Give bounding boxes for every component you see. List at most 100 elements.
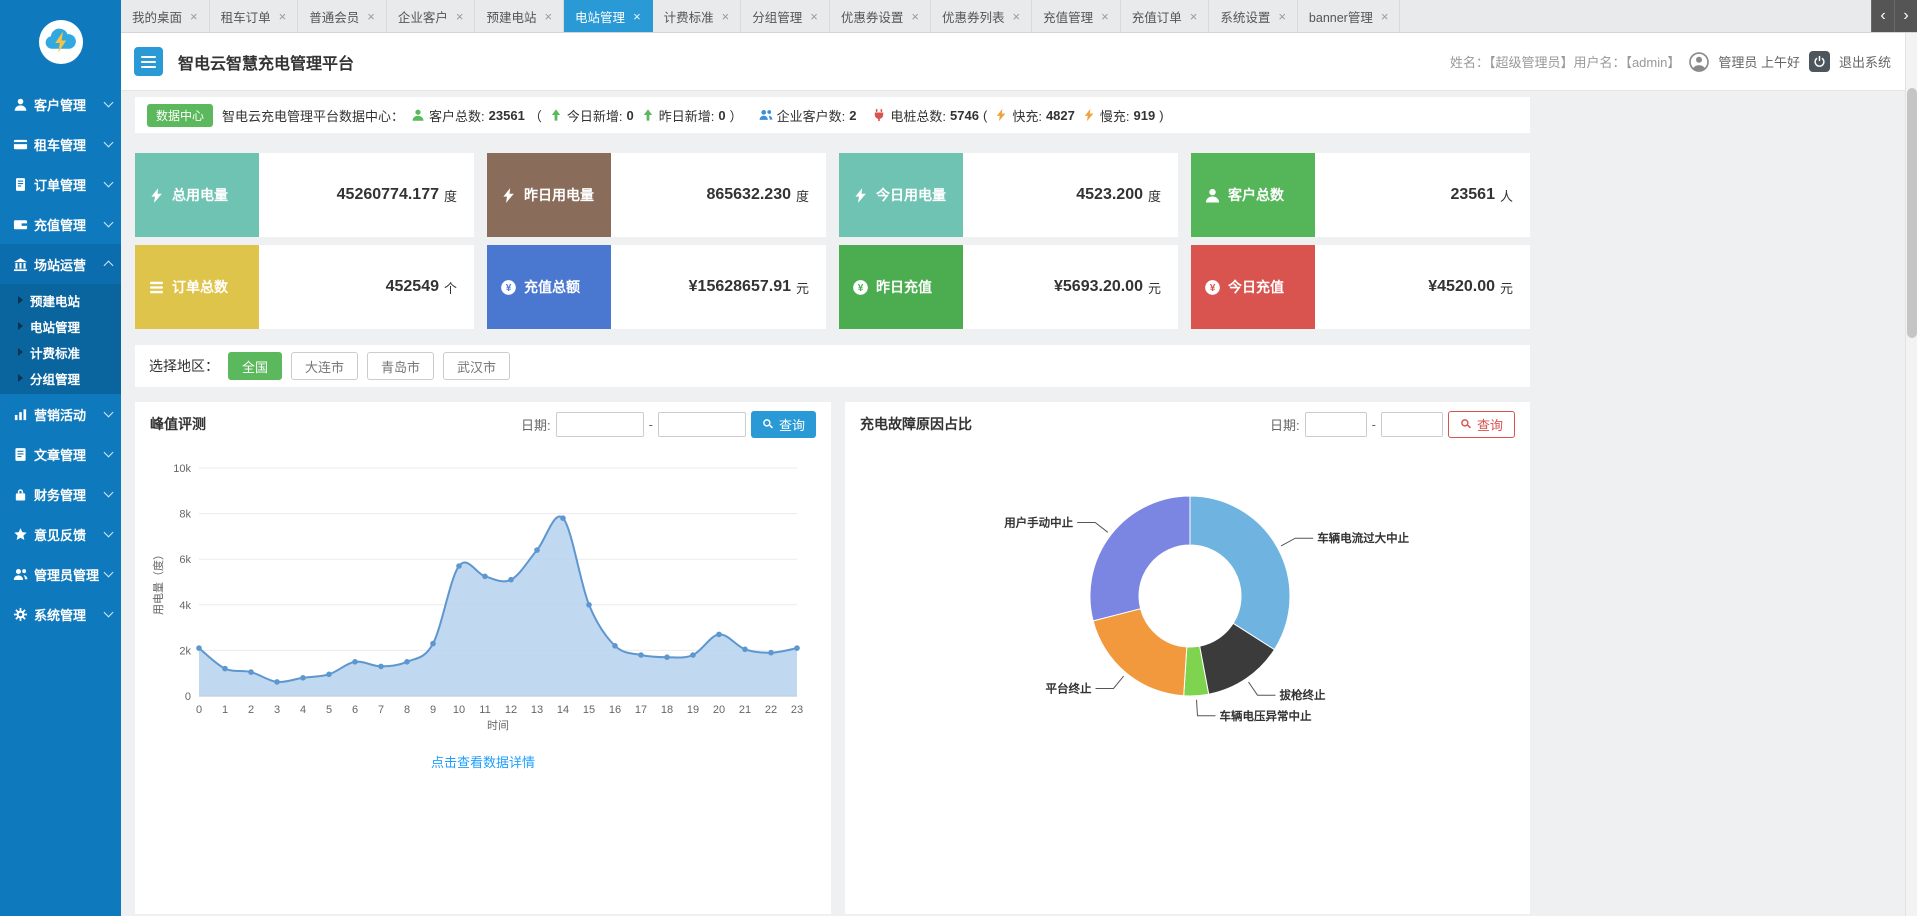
sidebar-item-管理员管理[interactable]: 管理员管理 (0, 554, 121, 594)
data-point[interactable] (638, 652, 644, 658)
data-point[interactable] (560, 515, 566, 521)
tab-close-icon[interactable]: × (190, 10, 198, 23)
region-button-全国[interactable]: 全国 (228, 352, 282, 380)
data-point[interactable] (612, 643, 618, 649)
peak-date-end-input[interactable] (658, 412, 746, 437)
data-point[interactable] (196, 645, 202, 651)
tab-优惠券列表[interactable]: 优惠券列表× (931, 0, 1032, 32)
card-value: ¥4520.00 (1428, 278, 1495, 296)
fault-date-start-input[interactable] (1305, 412, 1367, 437)
data-point[interactable] (300, 675, 306, 681)
tab-close-icon[interactable]: × (810, 10, 818, 23)
data-point[interactable] (586, 602, 592, 608)
sidebar-item-营销活动[interactable]: 营销活动 (0, 394, 121, 434)
data-point[interactable] (430, 641, 436, 647)
data-point[interactable] (274, 679, 280, 685)
tab-close-icon[interactable]: × (1381, 10, 1389, 23)
sidebar-subitem-分组管理[interactable]: 分组管理 (0, 365, 121, 391)
tab-充值订单[interactable]: 充值订单× (1121, 0, 1210, 32)
sidebar-toggle-button[interactable] (134, 47, 163, 76)
tab-分组管理[interactable]: 分组管理× (741, 0, 830, 32)
data-point[interactable] (716, 632, 722, 638)
tab-close-icon[interactable]: × (1101, 10, 1109, 23)
region-button-大连市[interactable]: 大连市 (291, 352, 358, 380)
power-icon[interactable] (1809, 51, 1830, 72)
data-point[interactable] (378, 664, 384, 670)
tab-close-icon[interactable]: × (367, 10, 375, 23)
peak-query-button[interactable]: 查询 (751, 411, 816, 438)
data-point[interactable] (456, 563, 462, 569)
sidebar-item-客户管理[interactable]: 客户管理 (0, 84, 121, 124)
region-button-青岛市[interactable]: 青岛市 (367, 352, 434, 380)
tab-预建电站[interactable]: 预建电站× (475, 0, 564, 32)
tab-系统设置[interactable]: 系统设置× (1209, 0, 1298, 32)
tab-普通会员[interactable]: 普通会员× (298, 0, 387, 32)
vertical-scrollbar[interactable] (1905, 33, 1917, 916)
sidebar-item-系统管理[interactable]: 系统管理 (0, 594, 121, 634)
data-point[interactable] (508, 577, 514, 583)
tab-close-icon[interactable]: × (544, 10, 552, 23)
sidebar-subitem-电站管理[interactable]: 电站管理 (0, 313, 121, 339)
card-icon (13, 137, 28, 152)
card-unit: 个 (444, 278, 457, 297)
data-point[interactable] (768, 650, 774, 656)
tab-租车订单[interactable]: 租车订单× (210, 0, 299, 32)
svg-text:8: 8 (404, 704, 410, 716)
tab-close-icon[interactable]: × (1013, 10, 1021, 23)
tab-banner管理[interactable]: banner管理× (1298, 0, 1401, 32)
bolt-icon (500, 187, 517, 204)
fault-date-end-input[interactable] (1381, 412, 1443, 437)
tab-计费标准[interactable]: 计费标准× (653, 0, 742, 32)
tab-企业客户[interactable]: 企业客户× (387, 0, 476, 32)
scrollbar-thumb[interactable] (1907, 88, 1917, 338)
tab-close-icon[interactable]: × (279, 10, 287, 23)
svg-text:21: 21 (739, 704, 751, 716)
sidebar-item-租车管理[interactable]: 租车管理 (0, 124, 121, 164)
data-point[interactable] (326, 672, 332, 678)
svg-text:22: 22 (765, 704, 777, 716)
card-label: 昨日充值 (876, 277, 932, 297)
sidebar-item-充值管理[interactable]: 充值管理 (0, 204, 121, 244)
data-point[interactable] (534, 547, 540, 553)
fault-query-button[interactable]: 查询 (1448, 411, 1515, 438)
region-button-武汉市[interactable]: 武汉市 (443, 352, 510, 380)
donut-slice-平台终止[interactable] (1093, 609, 1187, 696)
data-point[interactable] (742, 647, 748, 653)
sidebar-item-文章管理[interactable]: 文章管理 (0, 434, 121, 474)
data-point[interactable] (664, 654, 670, 660)
sidebar-item-意见反馈[interactable]: 意见反馈 (0, 514, 121, 554)
tab-bar: 我的桌面×租车订单×普通会员×企业客户×预建电站×电站管理×计费标准×分组管理×… (121, 0, 1917, 33)
tab-close-icon[interactable]: × (911, 10, 919, 23)
logout-link[interactable]: 退出系统 (1839, 52, 1891, 71)
tab-close-icon[interactable]: × (1278, 10, 1286, 23)
data-point[interactable] (794, 645, 800, 651)
donut-slice-车辆电流过大中止[interactable] (1190, 496, 1290, 650)
data-point[interactable] (352, 659, 358, 665)
tab-close-icon[interactable]: × (633, 10, 641, 23)
header: 智电云智慧充电管理平台 姓名：【超级管理员】用户名：【admin】 管理员 上午… (121, 33, 1905, 91)
logo-icon (38, 19, 84, 65)
tab-充值管理[interactable]: 充值管理× (1032, 0, 1121, 32)
sidebar-item-财务管理[interactable]: 财务管理 (0, 474, 121, 514)
sidebar-item-场站运营[interactable]: 场站运营 (0, 244, 121, 284)
tab-优惠券设置[interactable]: 优惠券设置× (830, 0, 931, 32)
tabs-scroll-left-button[interactable]: ‹ (1871, 0, 1894, 32)
data-point[interactable] (690, 652, 696, 658)
tab-我的桌面[interactable]: 我的桌面× (121, 0, 210, 32)
tab-close-icon[interactable]: × (456, 10, 464, 23)
peak-date-start-input[interactable] (556, 412, 644, 437)
data-point[interactable] (404, 659, 410, 665)
sidebar-item-订单管理[interactable]: 订单管理 (0, 164, 121, 204)
tabs-scroll-right-button[interactable]: › (1894, 0, 1917, 32)
svg-text:23: 23 (791, 704, 803, 716)
sidebar-subitem-预建电站[interactable]: 预建电站 (0, 287, 121, 313)
data-point[interactable] (482, 574, 488, 580)
donut-slice-用户手动中止[interactable] (1090, 496, 1190, 621)
detail-link[interactable]: 点击查看数据详情 (135, 752, 831, 771)
tab-电站管理[interactable]: 电站管理× (564, 0, 653, 32)
tab-close-icon[interactable]: × (722, 10, 730, 23)
sidebar-subitem-计费标准[interactable]: 计费标准 (0, 339, 121, 365)
tab-close-icon[interactable]: × (1190, 10, 1198, 23)
data-point[interactable] (222, 666, 228, 672)
data-point[interactable] (248, 669, 254, 675)
